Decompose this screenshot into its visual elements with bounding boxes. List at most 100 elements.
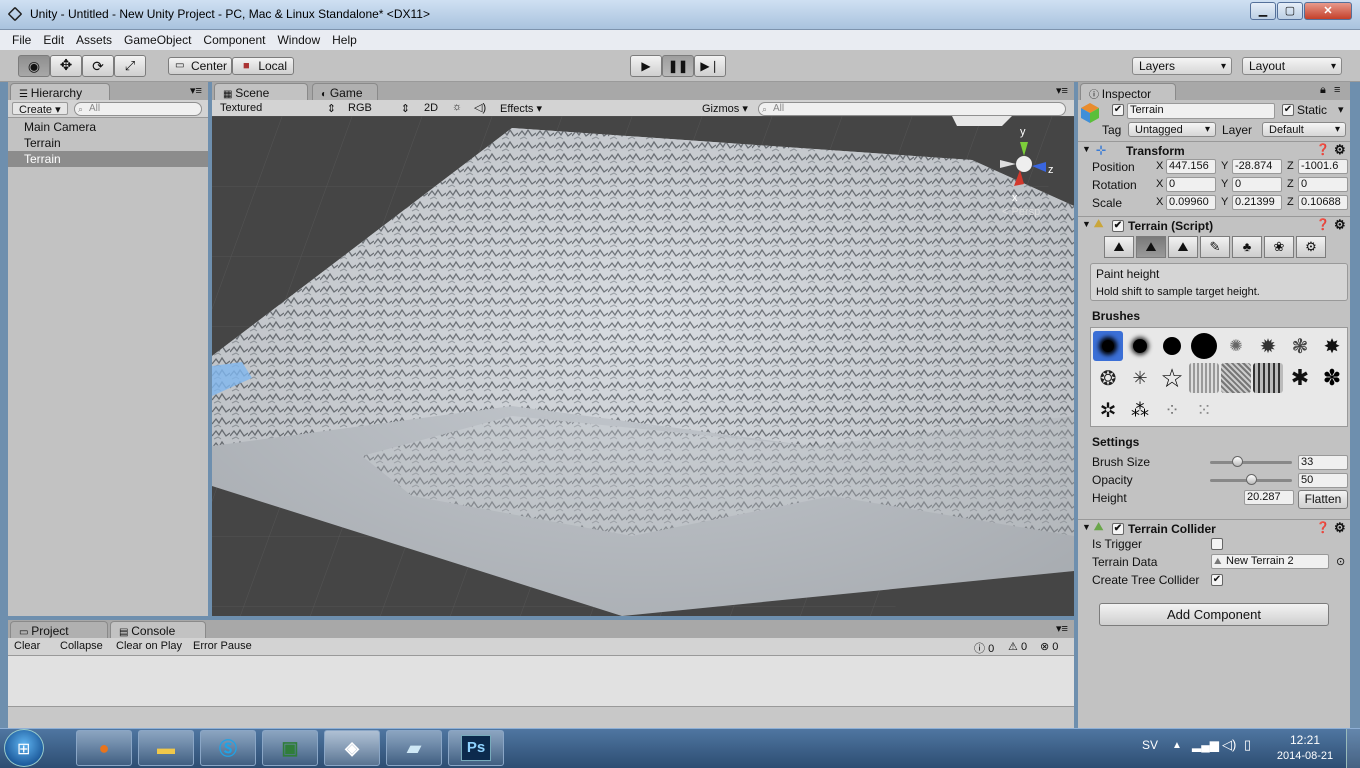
clock-time[interactable]: 12:21 [1280,733,1330,747]
static-checkbox[interactable]: ✔ [1282,104,1294,116]
terrain-settings-tool-button[interactable]: ⚙ [1296,236,1326,258]
brush-hard-large[interactable] [1189,331,1219,361]
object-picker-icon[interactable]: ⊙ [1336,555,1345,568]
show-desktop-button[interactable] [1346,729,1360,768]
move-tool-button[interactable]: ✥ [50,55,82,77]
help-icon[interactable]: ❓ [1316,143,1330,156]
paint-details-tool-button[interactable]: ❀ [1264,236,1294,258]
taskbar-photoshop[interactable]: Ps [448,730,504,766]
terrain-collider-header[interactable]: ▼ ⛰ ✔ Terrain Collider ❓ ⚙ [1078,519,1350,537]
effects-dropdown[interactable]: Effects ▾ [500,102,542,115]
menu-component[interactable]: Component [197,30,271,47]
space-local-toggle[interactable]: ■ Local [232,57,294,75]
brush-size-slider-track[interactable] [1210,461,1292,464]
start-button[interactable]: ⊞ [4,729,44,767]
brush-soft-small[interactable] [1093,331,1123,361]
brush-splatter-3[interactable]: ❃ [1285,331,1315,361]
flatten-button[interactable]: Flatten [1298,490,1348,509]
scale-z-field[interactable]: 0.10688 [1298,195,1348,210]
view-tool-button[interactable]: ◉ [18,55,50,77]
taskbar-unity[interactable]: ◈ [324,730,380,766]
add-component-button[interactable]: Add Component [1099,603,1329,626]
foldout-arrow-icon[interactable]: ▼ [1082,522,1091,532]
collapse-button[interactable]: Collapse [60,640,103,652]
tab-game[interactable]: ◐ Game [312,83,378,100]
terrain-script-header[interactable]: ▼ ⛰ ✔ Terrain (Script) ❓ ⚙ [1078,216,1350,234]
brush-blot-2[interactable]: ✽ [1317,363,1347,393]
layers-dropdown[interactable]: Layers [1132,57,1232,75]
rotation-y-field[interactable]: 0 [1232,177,1282,192]
panel-menu-icon[interactable]: ▾≡ [190,84,202,97]
object-name-field[interactable]: Terrain [1127,103,1275,119]
error-pause-toggle[interactable]: Error Pause [193,640,252,652]
foldout-arrow-icon[interactable]: ▼ [1082,219,1091,229]
brush-hard-medium[interactable] [1157,331,1187,361]
terrain-script-enabled-checkbox[interactable]: ✔ [1112,220,1124,232]
height-field[interactable]: 20.287 [1244,490,1294,505]
create-dropdown[interactable]: Create ▾ [12,102,68,116]
raise-lower-tool-button[interactable]: ⛰ [1104,236,1134,258]
gear-icon[interactable]: ⚙ [1334,520,1346,536]
language-indicator[interactable]: SV [1142,738,1158,752]
brush-noise-2[interactable] [1221,363,1251,393]
hierarchy-search-input[interactable]: ⌕ All [74,102,202,116]
minimize-button[interactable]: ▁ [1250,2,1276,20]
persp-label[interactable]: < Persp [1002,206,1040,218]
play-button[interactable]: ▶ [630,55,662,77]
layout-dropdown[interactable]: Layout [1242,57,1342,75]
error-filter-toggle[interactable]: ⊗ 0 [1040,640,1058,653]
rotation-z-field[interactable]: 0 [1298,177,1348,192]
brush-splatter-4[interactable]: ✸ [1317,331,1347,361]
hierarchy-item-terrain-selected[interactable]: Terrain [8,151,208,167]
scale-tool-button[interactable]: ⤢ [114,55,146,77]
inspector-menu-icon[interactable]: ≡ [1334,84,1340,96]
menu-edit[interactable]: Edit [37,30,70,47]
gear-icon[interactable]: ⚙ [1334,142,1346,158]
terrain-data-field[interactable]: ⛰ New Terrain 2 [1211,554,1329,569]
clear-button[interactable]: Clear [14,640,40,652]
clear-on-play-toggle[interactable]: Clear on Play [116,640,182,652]
hierarchy-item-main-camera[interactable]: Main Camera [8,119,208,135]
active-checkbox[interactable]: ✔ [1112,104,1124,116]
tab-inspector[interactable]: ⓘ Inspector [1080,83,1176,101]
menu-window[interactable]: Window [271,30,326,47]
hierarchy-item-terrain[interactable]: Terrain [8,135,208,151]
brush-size-field[interactable]: 33 [1298,455,1348,470]
brush-splatter-1[interactable]: ✺ [1221,331,1251,361]
is-trigger-checkbox[interactable] [1211,538,1223,550]
foldout-arrow-icon[interactable]: ▼ [1082,144,1091,154]
brush-dots-1[interactable]: ✲ [1093,395,1123,425]
layer-dropdown[interactable]: Default [1262,122,1346,137]
maximize-button[interactable]: ▢ [1277,2,1303,20]
tab-console[interactable]: ▤ Console [110,621,206,638]
rotation-x-field[interactable]: 0 [1166,177,1216,192]
opacity-slider-thumb[interactable] [1246,474,1257,485]
scene-viewport[interactable]: y z x < Persp [212,116,1074,616]
brush-dots-3[interactable]: ⁘ [1157,395,1187,425]
color-mode-dropdown[interactable]: RGB ⇕ [348,102,412,115]
rotate-tool-button[interactable]: ⟳ [82,55,114,77]
position-z-field[interactable]: -1001.6 [1298,159,1348,174]
smooth-height-tool-button[interactable]: ⛰ [1168,236,1198,258]
signal-icon[interactable]: ▂▄▆ [1192,738,1219,752]
menu-gameobject[interactable]: GameObject [118,30,197,47]
warning-filter-toggle[interactable]: ⚠ 0 [1008,640,1027,653]
console-log-area[interactable] [8,656,1074,706]
taskbar-skype[interactable]: Ⓢ [200,730,256,766]
brush-soft-medium[interactable] [1125,331,1155,361]
tag-dropdown[interactable]: Untagged [1128,122,1216,137]
brush-dots-4[interactable]: ⁙ [1189,395,1219,425]
tab-scene[interactable]: ▦ Scene [214,83,308,100]
clock-date[interactable]: 2014-08-21 [1272,750,1338,762]
render-mode-dropdown[interactable]: Textured ⇕ [220,102,338,115]
gizmos-dropdown[interactable]: Gizmos ▾ [702,102,748,115]
audio-icon[interactable]: ◁) [474,101,486,114]
sun-icon[interactable]: ☼ [452,101,462,113]
tray-arrow-icon[interactable]: ▲ [1172,740,1182,751]
paint-texture-tool-button[interactable]: ✎ [1200,236,1230,258]
transform-header[interactable]: ▼ ⊹ Transform ❓ ⚙ [1078,141,1350,159]
brush-noise-1[interactable] [1189,363,1219,393]
pivot-center-toggle[interactable]: ▭ Center [168,57,232,75]
position-y-field[interactable]: -28.874 [1232,159,1282,174]
scale-x-field[interactable]: 0.09960 [1166,195,1216,210]
